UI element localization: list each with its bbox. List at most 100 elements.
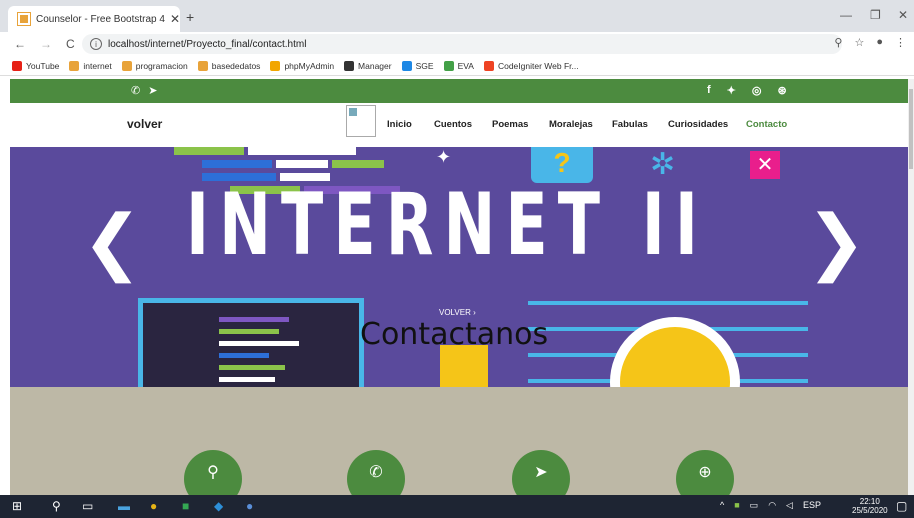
scrollbar[interactable]: [908, 79, 914, 495]
contact-section: [10, 387, 908, 495]
app-icon[interactable]: ■: [182, 499, 189, 513]
language-indicator[interactable]: ESP: [803, 500, 821, 511]
broken-logo-image[interactable]: [346, 105, 376, 137]
carousel-next-icon[interactable]: ❯: [806, 199, 866, 283]
bookmark-item[interactable]: SGE: [401, 60, 434, 71]
bookmark-icon: [443, 60, 454, 71]
wifi-icon[interactable]: ◠: [768, 500, 776, 511]
vscode-icon[interactable]: ◆: [214, 499, 223, 513]
restore-icon[interactable]: ❐: [870, 8, 881, 22]
menu-curiosidades[interactable]: Curiosidades: [668, 119, 728, 130]
tab-title: Counselor - Free Bootstrap 4 Tem: [36, 13, 166, 25]
volume-icon[interactable]: ◁: [786, 500, 793, 511]
bookmark-item[interactable]: EVA: [443, 60, 474, 71]
bookmark-icon: [69, 60, 80, 71]
site-info-icon[interactable]: i: [90, 38, 102, 50]
twitter-icon[interactable]: ✦: [727, 84, 736, 97]
browser-tab-bar: Counselor - Free Bootstrap 4 Tem ✕ + — ❐…: [0, 0, 914, 32]
windows-start-icon[interactable]: ⊞: [12, 499, 22, 513]
deco-bar: [202, 160, 272, 168]
clock[interactable]: 22:10 25/5/2020: [852, 497, 888, 515]
bookmark-item[interactable]: YouTube: [12, 60, 60, 71]
deco-bar: [248, 147, 356, 155]
menu-cuentos[interactable]: Cuentos: [434, 119, 472, 130]
bookmark-icon: [270, 60, 281, 71]
menu-fabulas[interactable]: Fabulas: [612, 119, 648, 130]
bookmark-item[interactable]: CodeIgniter Web Fr...: [483, 60, 579, 71]
system-tray: ^ ■ ▭ ◠ ◁ ESP: [720, 500, 821, 511]
file-explorer-icon[interactable]: ▬: [118, 499, 130, 513]
instagram-icon[interactable]: ◎: [752, 84, 762, 97]
site-navbar: volver Inicio Cuentos Poemas Moralejas F…: [10, 103, 908, 147]
back-icon[interactable]: ←: [14, 37, 26, 51]
tray-app-icon[interactable]: ■: [734, 500, 739, 511]
bookmark-label: programacion: [135, 60, 188, 71]
paper-plane-icon[interactable]: ➤: [148, 84, 157, 97]
windows-taskbar: ⊞ ⚲ ▭ ▬ ● ■ ◆ ● ^ ■ ▭ ◠ ◁ ESP 22:10 25/5…: [0, 495, 914, 518]
minimize-icon[interactable]: —: [840, 8, 852, 22]
bookmarks-bar: YouTube internet programacion basededatos ph…: [0, 56, 914, 76]
page-title: Contactanos: [360, 317, 549, 352]
carousel-prev-icon[interactable]: ❮: [82, 199, 142, 283]
close-block-icon: ✕: [750, 151, 780, 179]
screen: Counselor - Free Bootstrap 4 Tem ✕ + — ❐…: [0, 0, 914, 518]
menu-contacto[interactable]: Contacto: [746, 119, 787, 130]
forward-icon[interactable]: →: [40, 37, 52, 51]
search-icon[interactable]: ⚲: [52, 499, 61, 513]
close-tab-icon[interactable]: ✕: [170, 12, 180, 26]
bookmark-icon: [401, 60, 412, 71]
bookmark-label: Manager: [358, 60, 392, 71]
deco-bar: [332, 160, 384, 168]
volver-link[interactable]: volver: [127, 117, 162, 131]
top-contact-bar: ✆ ➤ f ✦ ◎ ⊛: [10, 79, 908, 103]
menu-moralejas[interactable]: Moralejas: [549, 119, 593, 130]
scrollbar-thumb[interactable]: [909, 89, 913, 169]
bookmark-item[interactable]: Manager: [344, 60, 392, 71]
bookmark-label: internet: [83, 60, 112, 71]
browser-tab[interactable]: Counselor - Free Bootstrap 4 Tem ✕: [8, 6, 180, 32]
tray-chevron-icon[interactable]: ^: [720, 500, 724, 511]
bookmark-item[interactable]: internet: [69, 60, 112, 71]
hero-title: INTERNET II: [186, 175, 708, 275]
breadcrumb[interactable]: VOLVER ›: [439, 308, 476, 317]
bookmark-star-icon[interactable]: ☆: [854, 36, 864, 49]
task-view-icon[interactable]: ▭: [82, 499, 93, 513]
bookmark-item[interactable]: programacion: [121, 60, 188, 71]
deco-bar: [276, 160, 328, 168]
url-text: localhost/internet/Proyecto_final/contac…: [108, 38, 307, 50]
site-favicon-icon: [17, 12, 31, 26]
close-window-icon[interactable]: ✕: [898, 8, 908, 22]
bookmark-icon: [483, 60, 494, 71]
bookmark-icon: [197, 60, 208, 71]
notification-icon[interactable]: ▢: [896, 499, 907, 513]
phone-icon[interactable]: ✆: [131, 84, 140, 97]
facebook-icon[interactable]: f: [707, 84, 711, 97]
app-icon-2[interactable]: ●: [246, 499, 253, 513]
battery-icon[interactable]: ▭: [750, 500, 759, 511]
menu-inicio[interactable]: Inicio: [387, 119, 412, 130]
bookmark-label: basededatos: [211, 60, 261, 71]
bookmark-item[interactable]: basededatos: [197, 60, 261, 71]
bookmark-label: phpMyAdmin: [284, 60, 335, 71]
bookmark-label: EVA: [457, 60, 474, 71]
zoom-icon[interactable]: ⚲: [834, 36, 842, 49]
url-field[interactable]: i localhost/internet/Proyecto_final/cont…: [82, 34, 842, 54]
clock-date: 25/5/2020: [852, 506, 888, 515]
bookmark-label: CodeIgniter Web Fr...: [497, 60, 579, 71]
reload-icon[interactable]: C: [66, 37, 75, 51]
bookmark-label: YouTube: [26, 60, 60, 71]
address-actions: ⚲ ☆ ● ⋮: [834, 36, 906, 49]
menu-kebab-icon[interactable]: ⋮: [895, 36, 906, 49]
chrome-icon[interactable]: ●: [150, 499, 157, 513]
profile-icon[interactable]: ●: [876, 36, 883, 49]
menu-poemas[interactable]: Poemas: [492, 119, 528, 130]
bookmark-icon: [344, 60, 355, 71]
sparkle-icon: ✦: [436, 147, 452, 167]
bookmark-icon: [121, 60, 132, 71]
clock-time: 22:10: [859, 497, 880, 506]
new-tab-button[interactable]: +: [186, 9, 194, 25]
dribbble-icon[interactable]: ⊛: [778, 84, 787, 97]
code-editor-illustration: [138, 298, 364, 387]
bookmark-item[interactable]: phpMyAdmin: [270, 60, 335, 71]
deco-bar: [174, 147, 244, 155]
